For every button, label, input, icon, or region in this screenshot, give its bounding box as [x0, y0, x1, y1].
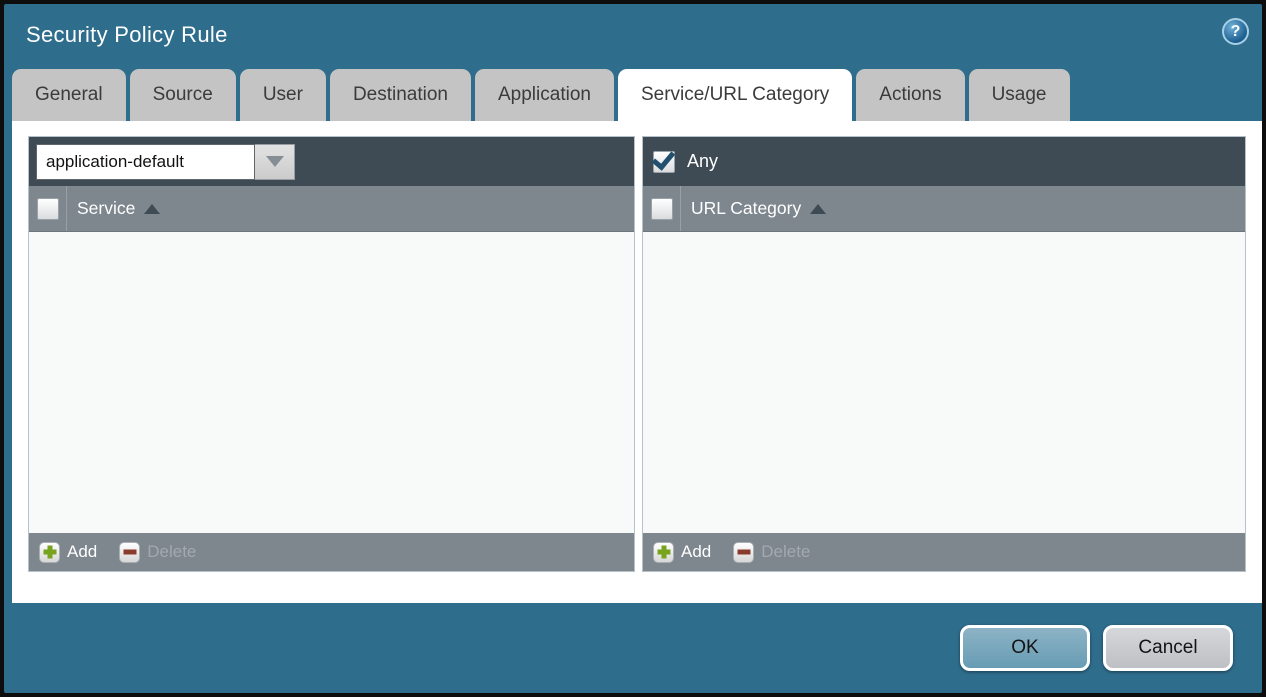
tab-usage[interactable]: Usage [969, 69, 1070, 121]
service-select-all-checkbox[interactable] [37, 198, 59, 220]
service-column-label[interactable]: Service [77, 198, 160, 219]
sort-asc-icon [810, 204, 826, 214]
url-category-panel-header: Any [643, 137, 1245, 186]
service-column-header: Service [29, 186, 634, 232]
service-delete-button[interactable]: Delete [119, 542, 196, 563]
url-category-add-button[interactable]: Add [653, 542, 711, 563]
tab-actions[interactable]: Actions [856, 69, 964, 121]
url-category-select-all-checkbox[interactable] [651, 198, 673, 220]
security-policy-rule-dialog: Security Policy Rule ? General Source Us… [0, 0, 1266, 697]
service-list-area[interactable] [29, 232, 634, 533]
url-category-column-label-text: URL Category [691, 198, 801, 219]
dialog-title: Security Policy Rule [26, 22, 228, 48]
cancel-button[interactable]: Cancel [1103, 625, 1233, 671]
service-delete-label: Delete [147, 542, 196, 562]
service-type-dropdown[interactable]: application-default [36, 144, 295, 180]
delete-minus-icon [733, 542, 754, 563]
sort-asc-icon [144, 204, 160, 214]
tab-bar: General Source User Destination Applicat… [12, 69, 1070, 121]
service-add-button[interactable]: Add [39, 542, 97, 563]
service-type-dropdown-button[interactable] [255, 144, 295, 180]
url-category-column-header: URL Category [643, 186, 1245, 232]
tab-source[interactable]: Source [130, 69, 236, 121]
url-category-panel-footer: Add Delete [643, 533, 1245, 571]
url-category-add-label: Add [681, 542, 711, 562]
dialog-action-buttons: OK Cancel [960, 625, 1233, 671]
service-panel: application-default Service [28, 136, 635, 572]
tab-service-url-category[interactable]: Service/URL Category [618, 69, 852, 121]
service-panel-footer: Add Delete [29, 533, 634, 571]
tab-general[interactable]: General [12, 69, 126, 121]
url-category-select-all-cell [643, 186, 681, 231]
service-add-label: Add [67, 542, 97, 562]
url-category-list-area[interactable] [643, 232, 1245, 533]
any-label: Any [687, 151, 718, 172]
add-plus-icon [653, 542, 674, 563]
tab-application[interactable]: Application [475, 69, 614, 121]
chevron-down-icon [266, 156, 284, 167]
help-icon[interactable]: ? [1222, 18, 1249, 45]
service-type-dropdown-value[interactable]: application-default [36, 144, 255, 180]
content-sheet: application-default Service [12, 121, 1262, 603]
url-category-delete-button[interactable]: Delete [733, 542, 810, 563]
add-plus-icon [39, 542, 60, 563]
service-panel-header: application-default [29, 137, 634, 186]
url-category-panel: Any URL Category Add Delete [642, 136, 1246, 572]
delete-minus-icon [119, 542, 140, 563]
ok-button[interactable]: OK [960, 625, 1090, 671]
url-category-delete-label: Delete [761, 542, 810, 562]
tab-destination[interactable]: Destination [330, 69, 471, 121]
service-select-all-cell [29, 186, 67, 231]
tab-user[interactable]: User [240, 69, 326, 121]
url-category-column-label[interactable]: URL Category [691, 198, 826, 219]
service-column-label-text: Service [77, 198, 135, 219]
any-checkbox[interactable] [653, 151, 675, 173]
